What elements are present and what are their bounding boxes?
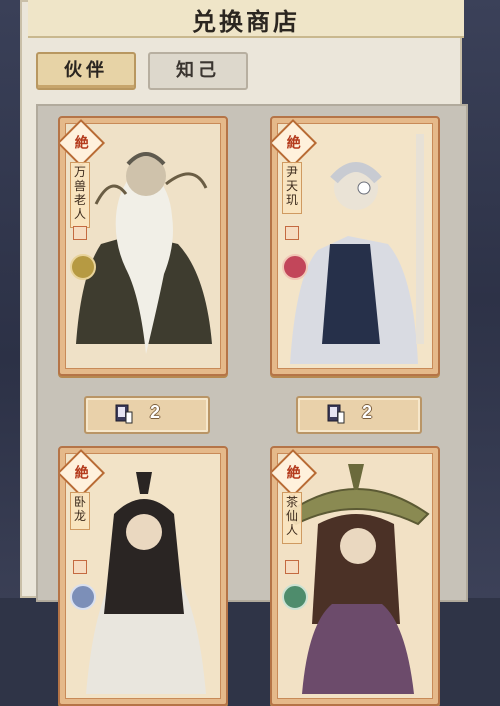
element-orb-icon — [70, 584, 96, 610]
exchange-book-icon — [115, 404, 133, 424]
price-value: 2 — [362, 402, 373, 422]
exchange-book-icon — [327, 404, 345, 424]
page-title: 兑换商店 — [192, 7, 300, 36]
element-orb-icon — [282, 254, 308, 280]
card-yintianji[interactable]: 絶 尹天玑 — [270, 116, 440, 376]
seal-icon — [285, 560, 299, 574]
seal-icon — [285, 226, 299, 240]
card-wanshou[interactable]: 絶 万兽老人 — [58, 116, 228, 376]
card-chaxian[interactable]: 絶 茶仙人 — [270, 446, 440, 706]
rank-label: 絶 — [74, 135, 89, 152]
card-name: 茶仙人 — [282, 492, 302, 544]
title-bar: 兑换商店 — [28, 0, 464, 38]
card-name: 尹天玑 — [282, 162, 302, 214]
card-wolong[interactable]: 絶 卧龙 — [58, 446, 228, 706]
tab-partner[interactable]: 伙伴 — [36, 52, 136, 90]
tab-confidant[interactable]: 知己 — [148, 52, 248, 90]
rank-label: 絶 — [74, 465, 89, 482]
card-name: 卧龙 — [70, 492, 90, 530]
price-value: 2 — [150, 402, 161, 422]
price-button-1[interactable]: 2 — [84, 396, 210, 434]
seal-icon — [73, 226, 87, 240]
price-button-2[interactable]: 2 — [296, 396, 422, 434]
portrait-wolong — [66, 454, 220, 698]
background-left — [0, 0, 20, 598]
rank-label: 絶 — [286, 135, 301, 152]
element-orb-icon — [70, 254, 96, 280]
rank-label: 絶 — [286, 465, 301, 482]
portrait-chaxian — [278, 454, 432, 698]
element-orb-icon — [282, 584, 308, 610]
portrait-wanshou — [66, 124, 220, 368]
seal-icon — [73, 560, 87, 574]
card-name: 万兽老人 — [70, 162, 90, 228]
portrait-yintianji — [278, 124, 432, 368]
